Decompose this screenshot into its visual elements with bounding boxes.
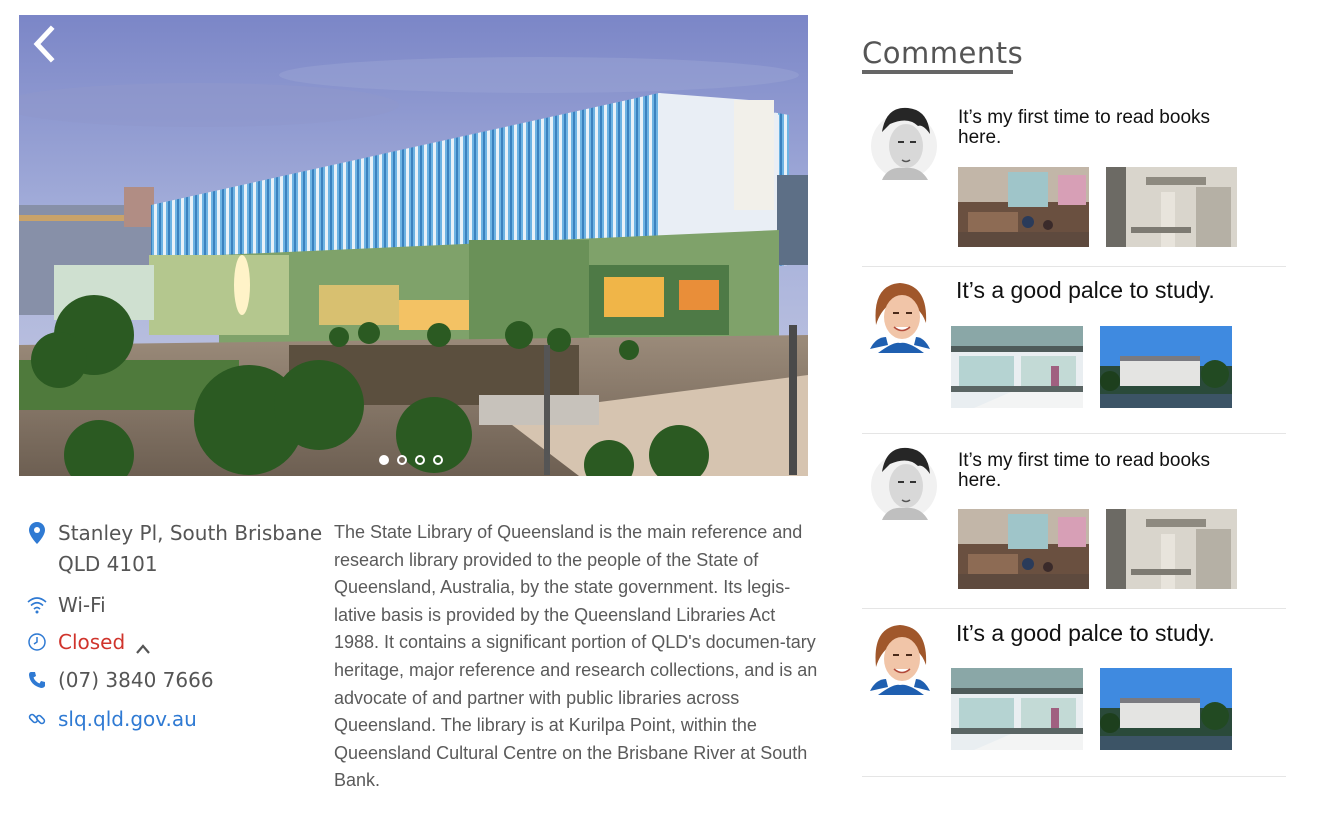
comment-item: It’s a good palce to study. bbox=[862, 609, 1286, 777]
comment-photo[interactable] bbox=[951, 668, 1083, 750]
comment-photo[interactable] bbox=[958, 167, 1089, 247]
female-avatar bbox=[864, 617, 936, 697]
address-row[interactable]: Stanley Pl, South Brisbane QLD 4101 bbox=[24, 518, 322, 580]
phone-icon bbox=[24, 667, 50, 693]
comments-heading: Comments bbox=[862, 36, 1024, 70]
male-avatar bbox=[868, 442, 940, 522]
comment-text: It’s a good palce to study. bbox=[956, 277, 1215, 303]
comment-photo[interactable] bbox=[958, 509, 1089, 589]
comment-text: It’s my first time to read books here. bbox=[958, 450, 1211, 491]
website-row[interactable]: slq.qld.gov.au bbox=[24, 704, 197, 734]
chevron-left-icon bbox=[33, 25, 55, 63]
comment-photo[interactable] bbox=[1100, 326, 1232, 408]
phone-row[interactable]: (07) 3840 7666 bbox=[24, 665, 214, 695]
carousel-dot[interactable] bbox=[433, 455, 443, 465]
address-line-2: QLD 4101 bbox=[58, 552, 158, 576]
location-pin-icon bbox=[24, 520, 50, 546]
hero-carousel[interactable] bbox=[19, 15, 808, 476]
back-button[interactable] bbox=[25, 23, 61, 65]
chevron-up-icon[interactable] bbox=[135, 633, 151, 663]
website-link[interactable]: slq.qld.gov.au bbox=[58, 704, 197, 734]
comment-photo[interactable] bbox=[1106, 509, 1237, 589]
comment-photo[interactable] bbox=[1100, 668, 1232, 750]
comments-heading-underline bbox=[862, 70, 1013, 74]
wifi-label: Wi-Fi bbox=[58, 593, 106, 617]
link-icon bbox=[24, 706, 50, 732]
male-avatar bbox=[868, 102, 940, 182]
place-description: The State Library of Queensland is the m… bbox=[334, 522, 818, 791]
carousel-dot[interactable] bbox=[379, 455, 389, 465]
clock-icon bbox=[24, 629, 50, 655]
phone-number: (07) 3840 7666 bbox=[58, 668, 214, 692]
hours-status: Closed bbox=[58, 630, 126, 654]
hours-row[interactable]: Closed bbox=[24, 627, 151, 663]
wifi-icon bbox=[24, 592, 50, 618]
wifi-row: Wi-Fi bbox=[24, 590, 106, 620]
comment-photo[interactable] bbox=[1106, 167, 1237, 247]
comment-item: It’s my first time to read books here. bbox=[862, 98, 1286, 267]
carousel-dot[interactable] bbox=[397, 455, 407, 465]
comment-item: It’s my first time to read books here. bbox=[862, 434, 1286, 609]
address-line-1: Stanley Pl, South Brisbane bbox=[58, 521, 323, 545]
comment-text: It’s a good palce to study. bbox=[956, 620, 1215, 646]
carousel-dot[interactable] bbox=[415, 455, 425, 465]
female-avatar bbox=[864, 275, 936, 355]
comment-photo[interactable] bbox=[951, 326, 1083, 408]
comment-item: It’s a good palce to study. bbox=[862, 267, 1286, 434]
library-photo bbox=[19, 15, 808, 476]
comment-text: It’s my first time to read books here. bbox=[958, 107, 1211, 148]
carousel-indicators bbox=[379, 455, 443, 465]
